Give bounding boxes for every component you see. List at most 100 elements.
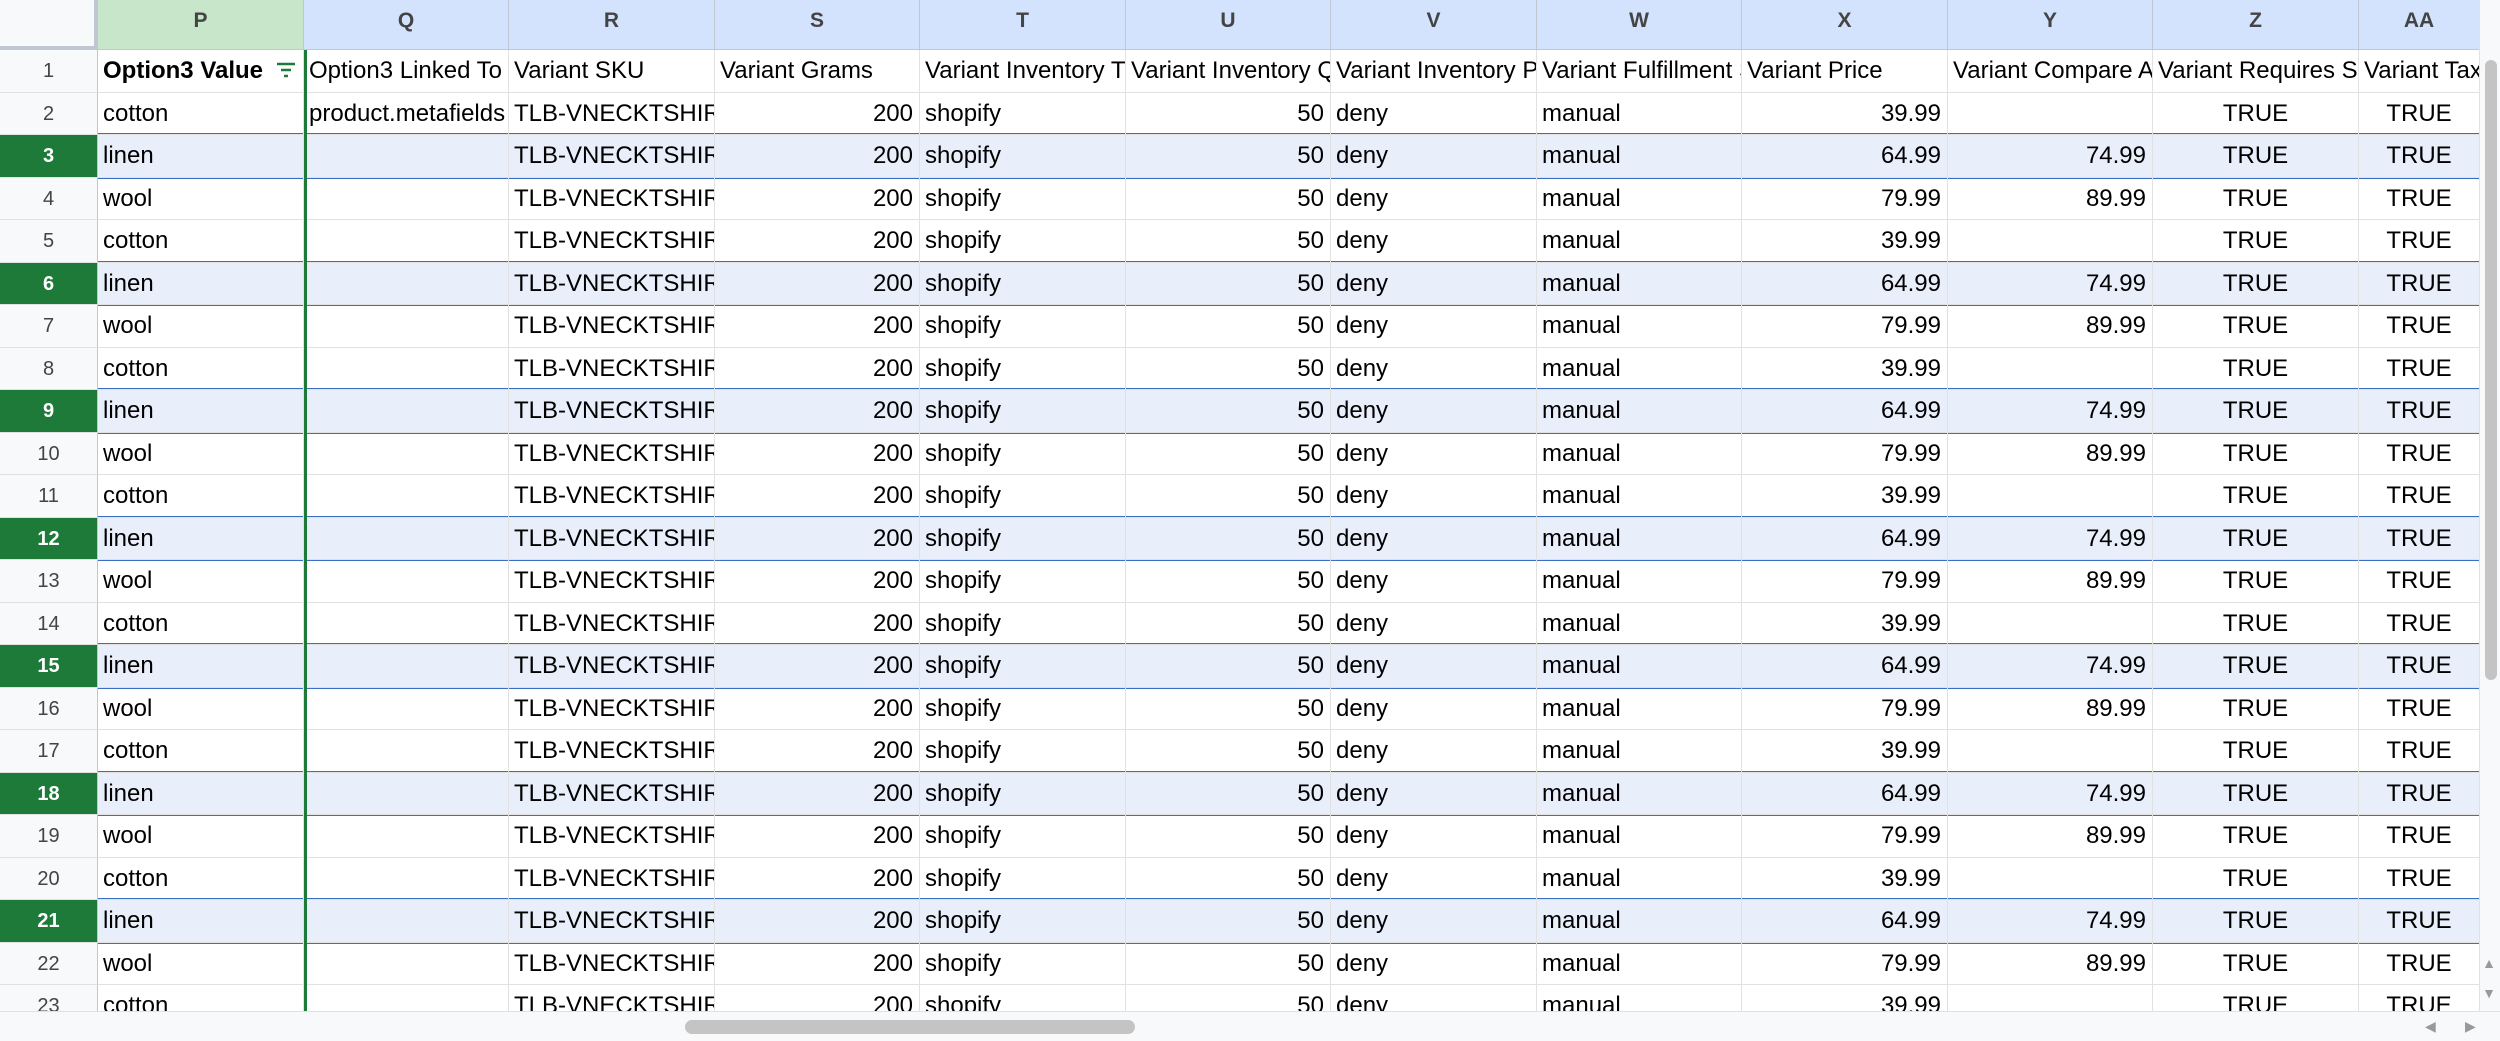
- table-cell[interactable]: manual: [1537, 390, 1742, 433]
- table-cell[interactable]: shopify: [920, 687, 1126, 730]
- table-cell[interactable]: TLB-VNECKTSHIRT: [509, 432, 715, 475]
- table-cell[interactable]: 200: [715, 135, 920, 178]
- table-cell[interactable]: deny: [1331, 432, 1537, 475]
- table-cell[interactable]: [1948, 347, 2153, 390]
- table-cell[interactable]: manual: [1537, 772, 1742, 815]
- table-cell[interactable]: TLB-VNECKTSHIRT: [509, 517, 715, 560]
- table-cell[interactable]: 50: [1126, 262, 1331, 305]
- table-cell[interactable]: TRUE: [2359, 772, 2480, 815]
- table-cell[interactable]: [304, 815, 509, 858]
- table-cell[interactable]: [1948, 730, 2153, 773]
- table-cell[interactable]: wool: [98, 687, 304, 730]
- table-cell[interactable]: 200: [715, 177, 920, 220]
- table-cell[interactable]: deny: [1331, 390, 1537, 433]
- table-cell[interactable]: TLB-VNECKTSHIRT: [509, 347, 715, 390]
- table-cell[interactable]: 200: [715, 942, 920, 985]
- table-cell[interactable]: 79.99: [1742, 942, 1948, 985]
- table-cell[interactable]: deny: [1331, 475, 1537, 518]
- vertical-scroll-thumb[interactable]: [2485, 60, 2497, 680]
- horizontal-scrollbar[interactable]: ◀ ▶: [0, 1011, 2500, 1041]
- row-header[interactable]: 2: [0, 92, 98, 135]
- header-cell-s[interactable]: Variant Grams: [715, 50, 920, 93]
- table-cell[interactable]: 50: [1126, 985, 1331, 1012]
- table-cell[interactable]: TRUE: [2359, 390, 2480, 433]
- table-cell[interactable]: manual: [1537, 517, 1742, 560]
- table-cell[interactable]: shopify: [920, 815, 1126, 858]
- table-cell[interactable]: deny: [1331, 220, 1537, 263]
- row-header-1[interactable]: 1: [0, 50, 98, 93]
- table-cell[interactable]: TRUE: [2153, 985, 2359, 1012]
- table-cell[interactable]: TRUE: [2153, 475, 2359, 518]
- table-cell[interactable]: 200: [715, 475, 920, 518]
- header-cell-p[interactable]: Option3 Value: [98, 50, 304, 93]
- table-cell[interactable]: manual: [1537, 815, 1742, 858]
- table-cell[interactable]: 50: [1126, 730, 1331, 773]
- table-cell[interactable]: 64.99: [1742, 645, 1948, 688]
- table-cell[interactable]: manual: [1537, 900, 1742, 943]
- table-cell[interactable]: 74.99: [1948, 900, 2153, 943]
- table-cell[interactable]: TRUE: [2153, 687, 2359, 730]
- table-cell[interactable]: deny: [1331, 135, 1537, 178]
- table-cell[interactable]: TLB-VNECKTSHIRT: [509, 900, 715, 943]
- select-all-corner[interactable]: [0, 0, 98, 50]
- table-cell[interactable]: TLB-VNECKTSHIRT: [509, 305, 715, 348]
- table-cell[interactable]: deny: [1331, 517, 1537, 560]
- table-cell[interactable]: [304, 687, 509, 730]
- table-cell[interactable]: wool: [98, 560, 304, 603]
- table-cell[interactable]: TRUE: [2359, 645, 2480, 688]
- table-cell[interactable]: manual: [1537, 262, 1742, 305]
- table-cell[interactable]: shopify: [920, 220, 1126, 263]
- table-cell[interactable]: TRUE: [2359, 305, 2480, 348]
- table-cell[interactable]: TRUE: [2359, 900, 2480, 943]
- scroll-right-arrow-icon[interactable]: ▶: [2465, 1018, 2476, 1035]
- table-cell[interactable]: [304, 305, 509, 348]
- header-cell-u[interactable]: Variant Inventory Qty: [1126, 50, 1331, 93]
- table-cell[interactable]: manual: [1537, 645, 1742, 688]
- table-cell[interactable]: linen: [98, 517, 304, 560]
- table-cell[interactable]: linen: [98, 772, 304, 815]
- table-cell[interactable]: 79.99: [1742, 687, 1948, 730]
- column-header-t[interactable]: T: [920, 0, 1126, 50]
- table-cell[interactable]: [1948, 220, 2153, 263]
- table-cell[interactable]: shopify: [920, 262, 1126, 305]
- table-cell[interactable]: shopify: [920, 900, 1126, 943]
- table-cell[interactable]: TRUE: [2153, 900, 2359, 943]
- table-cell[interactable]: deny: [1331, 857, 1537, 900]
- table-cell[interactable]: 39.99: [1742, 602, 1948, 645]
- table-cell[interactable]: TRUE: [2359, 560, 2480, 603]
- table-cell[interactable]: wool: [98, 177, 304, 220]
- header-cell-w[interactable]: Variant Fulfillment Service: [1537, 50, 1742, 93]
- table-cell[interactable]: 50: [1126, 135, 1331, 178]
- column-header-z[interactable]: Z: [2153, 0, 2359, 50]
- table-cell[interactable]: TLB-VNECKTSHIRT: [509, 942, 715, 985]
- table-cell[interactable]: [304, 942, 509, 985]
- table-cell[interactable]: linen: [98, 262, 304, 305]
- table-cell[interactable]: cotton: [98, 857, 304, 900]
- table-cell[interactable]: 79.99: [1742, 177, 1948, 220]
- table-cell[interactable]: 39.99: [1742, 857, 1948, 900]
- table-cell[interactable]: TRUE: [2359, 517, 2480, 560]
- table-cell[interactable]: shopify: [920, 92, 1126, 135]
- table-cell[interactable]: TRUE: [2153, 772, 2359, 815]
- row-header[interactable]: 7: [0, 305, 98, 348]
- table-cell[interactable]: TLB-VNECKTSHIRT: [509, 475, 715, 518]
- table-cell[interactable]: TRUE: [2153, 347, 2359, 390]
- header-cell-q[interactable]: Option3 Linked To: [304, 50, 509, 93]
- column-header-v[interactable]: V: [1331, 0, 1537, 50]
- table-cell[interactable]: 200: [715, 305, 920, 348]
- row-header[interactable]: 8: [0, 347, 98, 390]
- table-cell[interactable]: [1948, 92, 2153, 135]
- table-cell[interactable]: deny: [1331, 730, 1537, 773]
- table-cell[interactable]: manual: [1537, 177, 1742, 220]
- table-cell[interactable]: deny: [1331, 560, 1537, 603]
- table-cell[interactable]: TRUE: [2153, 815, 2359, 858]
- table-cell[interactable]: [304, 432, 509, 475]
- table-cell[interactable]: manual: [1537, 985, 1742, 1012]
- table-cell[interactable]: [304, 772, 509, 815]
- table-cell[interactable]: manual: [1537, 92, 1742, 135]
- table-cell[interactable]: [304, 900, 509, 943]
- table-cell[interactable]: TRUE: [2153, 305, 2359, 348]
- table-cell[interactable]: [304, 602, 509, 645]
- table-cell[interactable]: deny: [1331, 92, 1537, 135]
- table-cell[interactable]: 39.99: [1742, 985, 1948, 1012]
